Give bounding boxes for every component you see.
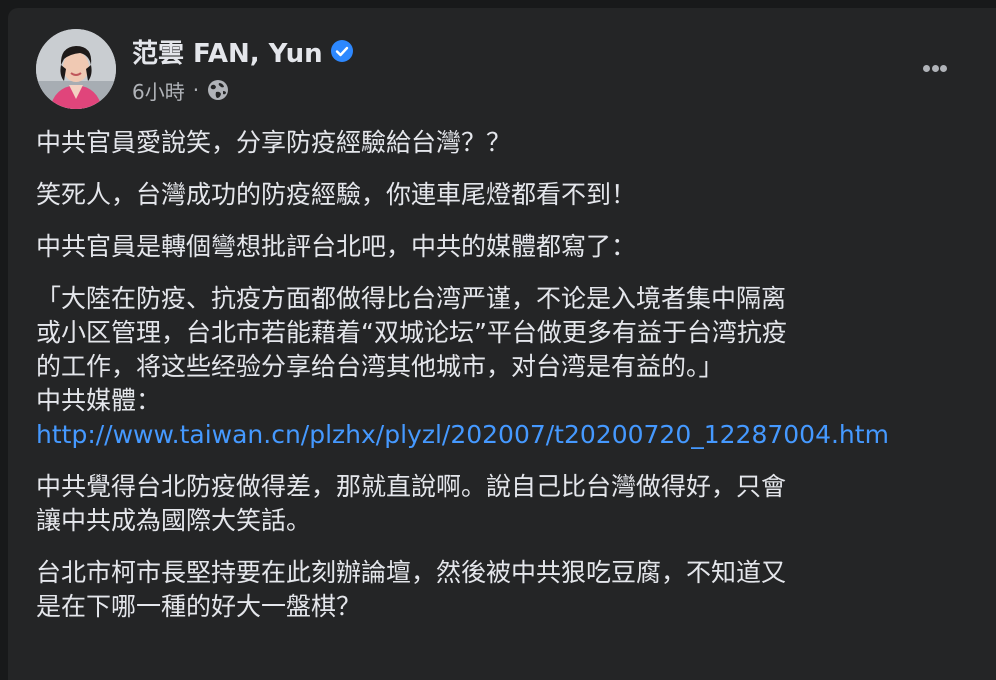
avatar[interactable] [36,29,116,109]
more-options-button[interactable] [914,56,956,80]
more-dot [940,64,947,72]
post-paragraph: 台北市柯市長堅持要在此刻辦論壇，然後被中共狠吃豆腐，不知道又 是在下哪一種的好大… [36,558,787,621]
more-dot [923,64,930,72]
quoted-text: 「大陸在防疫、抗疫方面都做得比台湾严谨，不论是入境者集中隔离 或小区管理，台北市… [36,284,787,381]
globe-icon[interactable] [207,79,229,101]
quote-block: 「大陸在防疫、抗疫方面都做得比台湾严谨，不论是入境者集中隔离 或小区管理，台北市… [36,282,976,452]
post-body: 中共官員愛說笑，分享防疫經驗給台灣？？ 笑死人，台灣成功的防疫經驗，你連車尾燈都… [36,126,976,642]
meta-separator: · [192,78,200,102]
more-dot [931,64,939,72]
source-link[interactable]: http://www.taiwan.cn/plzhx/plyzl/202007/… [36,418,976,452]
post-paragraph: 中共官員愛說笑，分享防疫經驗給台灣？？ [36,128,512,157]
author-name[interactable]: 范雲 FAN, Yun [132,33,323,70]
post-paragraph: 中共官員是轉個彎想批評台北吧，中共的媒體都寫了： [36,232,637,261]
post-paragraph: 中共覺得台北防疫做得差，那就直說啊。說自己比台灣做得好，只會 讓中共成為國際大笑… [36,472,787,535]
source-label: 中共媒體： [36,386,162,415]
verified-badge-icon [330,40,353,62]
post-timestamp[interactable]: 6小時 [132,76,185,105]
author-row: 范雲 FAN, Yun [132,36,353,69]
post-card: 范雲 FAN, Yun 6小時 · 中共官員愛說笑，分享防疫經驗給台灣？？ 笑死… [8,8,996,680]
post-paragraph: 笑死人，台灣成功的防疫經驗，你連車尾燈都看不到！ [36,180,637,209]
post-meta: 6小時 · [132,76,229,104]
avatar-photo [36,29,116,109]
